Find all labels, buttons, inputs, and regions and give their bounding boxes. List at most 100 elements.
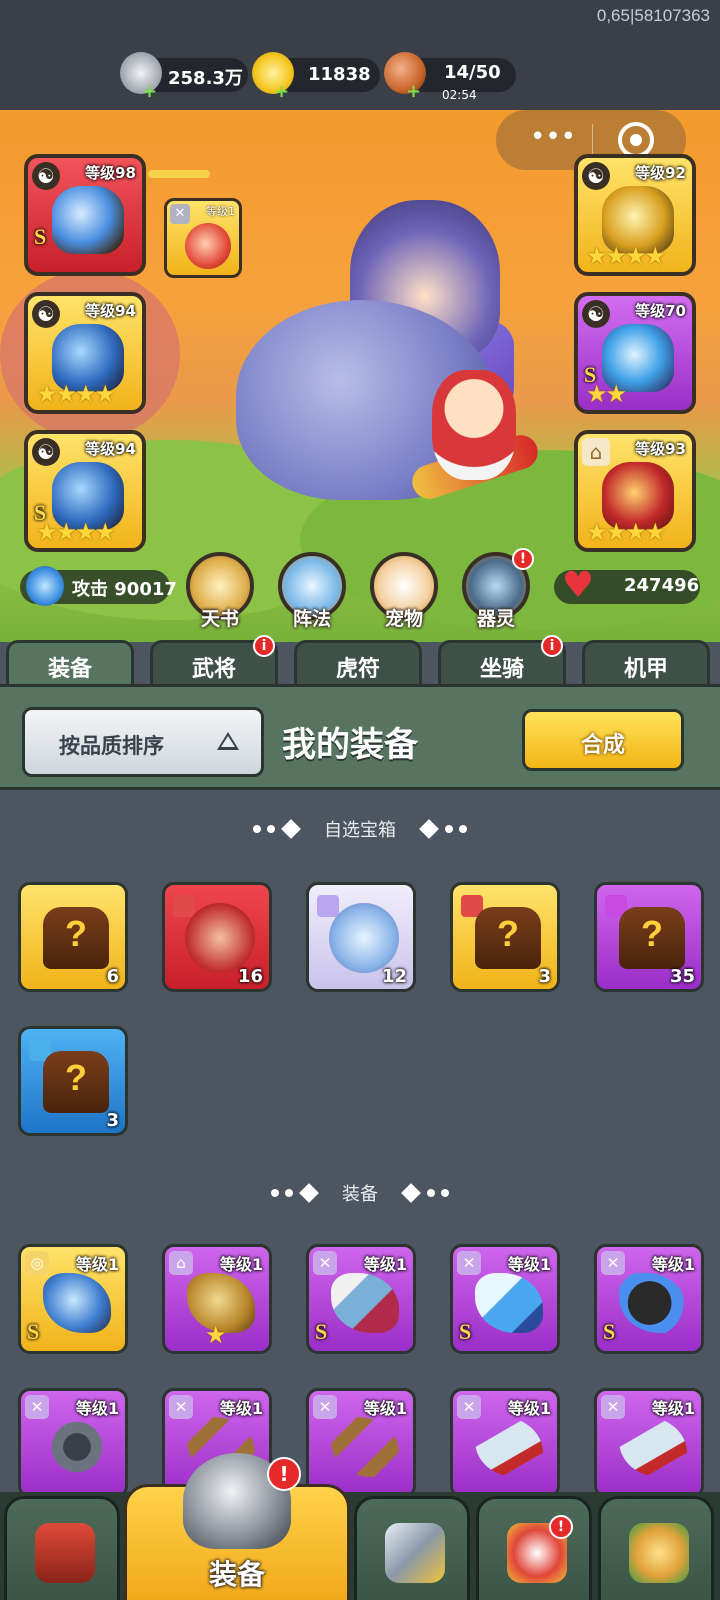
nav-heroes[interactable]: ! [476,1496,592,1600]
shuriken-icon [43,1417,111,1477]
section-label: 自选宝箱 [324,820,396,841]
gear-slot-weapon[interactable]: ☯ 等级98 S [24,154,146,276]
boot-type-icon: ⌂ [169,1251,193,1275]
tab-label: 装备 [47,657,92,682]
chest-item[interactable]: 12 [306,882,416,992]
crossbow-icon [52,186,124,254]
synthesize-button[interactable]: 合成 [522,709,684,771]
sword-type-icon: ✕ [457,1395,481,1419]
equipment-item[interactable]: ◎ 等级1 S [18,1244,128,1354]
feature-formation[interactable]: 阵法 [274,552,350,642]
puzzle-icon [317,895,339,917]
equipment-item[interactable]: ✕ 等级1 [450,1388,560,1498]
sword-type-icon: ✕ [601,1251,625,1275]
equipment-item[interactable]: ✕ 等级1 S [306,1244,416,1354]
mystery-chest-icon [619,907,685,969]
chest-item[interactable]: 16 [162,882,272,992]
synthesize-label: 合成 [580,733,625,758]
section-label: 装备 [342,1184,378,1205]
item-count: 3 [106,1110,119,1131]
sword-type-icon: ✕ [170,204,190,224]
sword-type-icon: ✕ [169,1395,193,1419]
item-grade: S [27,1319,40,1344]
build-id-label: 0,65|58107363 [596,6,710,25]
feature-label: 器灵 [476,608,515,630]
attack-stat: 攻击 90017 [20,566,177,606]
nav-battle[interactable] [354,1496,470,1600]
nav-city[interactable] [4,1496,120,1600]
alert-badge: ! [549,1515,573,1539]
equipment-item[interactable]: ✕ 等级1 S [594,1244,704,1354]
gear-slot-boots[interactable]: ⌂ 等级93 ★★★★ [574,430,696,552]
chest-item[interactable]: 6 [18,882,128,992]
pet-character[interactable] [432,370,516,480]
sort-by-quality-button[interactable]: 按品质排序 [22,707,264,777]
feature-qiling[interactable]: 器灵 ! [458,548,534,642]
gold-ingot-counter[interactable]: + 11838 [252,52,380,101]
heart-icon: ♥ [561,565,595,606]
sword-type-icon: ✕ [313,1251,337,1275]
item-level: 等级1 [651,1399,695,1418]
chest-item[interactable]: 3 [18,1026,128,1136]
stamina-counter[interactable]: + 14/50 02:54 [384,52,516,102]
chest-item[interactable]: 3 [450,882,560,992]
tab-mecha[interactable]: 机甲 [582,640,710,686]
item-level: 等级1 [219,1399,263,1418]
info-badge: i [541,635,563,657]
chest-item[interactable]: 35 [594,882,704,992]
gear-stars: ★★★★ [36,380,116,408]
more-menu-button[interactable]: ••• [518,120,588,160]
plus-icon[interactable]: + [142,83,157,101]
stamina-value: 14/50 [444,62,501,83]
capsule-divider [592,124,593,156]
item-star: ★ [205,1321,227,1349]
tab-label: 武将 [191,657,236,682]
plus-icon[interactable]: + [406,83,421,101]
saber-icon [475,1417,543,1477]
gold-ingot-value: 11838 [308,64,371,85]
item-level: 等级1 [507,1399,551,1418]
equipment-item[interactable]: ✕ 等级1 [594,1388,704,1498]
equipment-item[interactable]: ✕ 等级1 S [450,1244,560,1354]
equipment-item[interactable]: ✕ 等级1 [18,1388,128,1498]
target-icon[interactable] [618,122,654,158]
triangle-up-icon [217,732,239,750]
nav-upgrade[interactable] [598,1496,714,1600]
feature-pet[interactable]: 宠物 [366,552,442,642]
tab-label: 机甲 [623,657,668,682]
feature-label: 宠物 [384,608,423,630]
general-shard-icon [185,903,255,973]
curved-blade-icon [331,1273,399,1333]
page-title: 我的装备 [282,725,418,765]
tab-label: 虎符 [335,657,380,682]
gear-level: 等级1 [206,205,235,218]
equipment-item[interactable]: ⌂ 等级1 ★ [162,1244,272,1354]
linked-gear-slot[interactable]: ✕ 等级1 [164,198,242,278]
gear-slot-helmet[interactable]: ☯ 等级94 S ★★★★ [24,430,146,552]
medal-type-icon: ◎ [25,1251,49,1275]
tab-tiger-tally[interactable]: 虎符 [294,640,422,686]
ice-sword-icon [475,1273,543,1333]
gear-slot-armor[interactable]: ☯ 等级94 ★★★★ [24,292,146,414]
item-level: 等级1 [75,1399,119,1418]
section-title-equipment: 装备 [0,1180,720,1206]
sword-icon [26,566,64,606]
tab-generals[interactable]: 武将 i [150,635,278,686]
category-tabs: 装备 武将 i 虎符 坐骑 i 机甲 [0,635,720,686]
gear-stars: ★★★★ [36,518,116,546]
nav-equipment[interactable]: 装备 ! [124,1453,350,1600]
yinyang-icon: ☯ [582,300,610,328]
sort-label: 按品质排序 [59,734,164,758]
gear-level: 等级94 [85,440,136,458]
gear-slot-gauntlet[interactable]: ☯ 等级70 S ★★ [574,292,696,414]
feature-tianshu[interactable]: 天书 [182,552,258,642]
tab-mount[interactable]: 坐骑 i [438,635,566,686]
equipment-item[interactable]: ✕ 等级1 [306,1388,416,1498]
tab-equipment[interactable]: 装备 [6,640,134,686]
fist-upgrade-icon [629,1523,689,1583]
item-level: 等级1 [363,1399,407,1418]
item-count: 35 [669,966,695,987]
gear-slot-shoulder[interactable]: ☯ 等级92 ★★★★ [574,154,696,276]
plus-icon[interactable]: + [274,83,289,101]
silver-counter[interactable]: + 258.3万 [120,52,248,101]
